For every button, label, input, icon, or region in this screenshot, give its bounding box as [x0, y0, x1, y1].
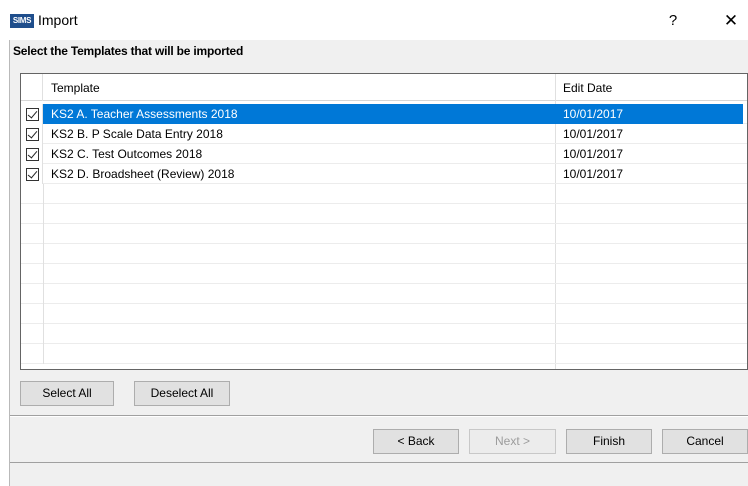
status-divider: [10, 462, 748, 463]
empty-row: [21, 184, 747, 204]
empty-row: [21, 284, 747, 304]
empty-row: [21, 204, 747, 224]
template-name: KS2 C. Test Outcomes 2018: [51, 147, 203, 161]
help-button[interactable]: ?: [658, 10, 688, 32]
table-row[interactable]: KS2 A. Teacher Assessments 2018 10/01/20…: [21, 104, 747, 124]
close-button[interactable]: ✕: [716, 10, 746, 32]
deselect-all-button[interactable]: Deselect All: [134, 381, 230, 406]
table-row[interactable]: KS2 D. Broadsheet (Review) 2018 10/01/20…: [21, 164, 747, 184]
cancel-button[interactable]: Cancel: [662, 429, 748, 454]
next-button[interactable]: Next >: [469, 429, 556, 454]
empty-row: [21, 304, 747, 324]
row-checkbox[interactable]: [26, 168, 39, 181]
empty-row: [21, 224, 747, 244]
row-checkbox[interactable]: [26, 148, 39, 161]
grid-rows: KS2 A. Teacher Assessments 2018 10/01/20…: [21, 104, 747, 364]
empty-row: [21, 344, 747, 364]
template-name: KS2 B. P Scale Data Entry 2018: [51, 127, 223, 141]
back-button[interactable]: < Back: [373, 429, 459, 454]
column-header-template[interactable]: Template: [51, 81, 100, 95]
row-checkbox[interactable]: [26, 108, 39, 121]
template-name: KS2 D. Broadsheet (Review) 2018: [51, 167, 235, 181]
templates-grid[interactable]: Template Edit Date KS2 A. Teacher Assess…: [20, 73, 748, 370]
title-bar: SIMS Import ? ✕: [0, 0, 748, 40]
window-title: Import: [38, 12, 78, 28]
column-header-edit-date[interactable]: Edit Date: [563, 81, 612, 95]
edit-date: 10/01/2017: [563, 167, 624, 181]
grid-header: Template Edit Date: [21, 74, 747, 101]
header-check-column: [21, 74, 43, 101]
edit-date: 10/01/2017: [563, 107, 624, 121]
table-row[interactable]: KS2 B. P Scale Data Entry 2018 10/01/201…: [21, 124, 747, 144]
table-row[interactable]: KS2 C. Test Outcomes 2018 10/01/2017: [21, 144, 747, 164]
empty-row: [21, 324, 747, 344]
sims-logo-icon: SIMS: [10, 14, 34, 28]
row-checkbox[interactable]: [26, 128, 39, 141]
empty-row: [21, 264, 747, 284]
edit-date: 10/01/2017: [563, 127, 624, 141]
section-heading: Select the Templates that will be import…: [13, 44, 244, 58]
template-name: KS2 A. Teacher Assessments 2018: [51, 107, 238, 121]
dialog-body: Select the Templates that will be import…: [9, 40, 748, 486]
empty-row: [21, 244, 747, 264]
finish-button[interactable]: Finish: [566, 429, 652, 454]
edit-date: 10/01/2017: [563, 147, 624, 161]
select-all-button[interactable]: Select All: [20, 381, 114, 406]
